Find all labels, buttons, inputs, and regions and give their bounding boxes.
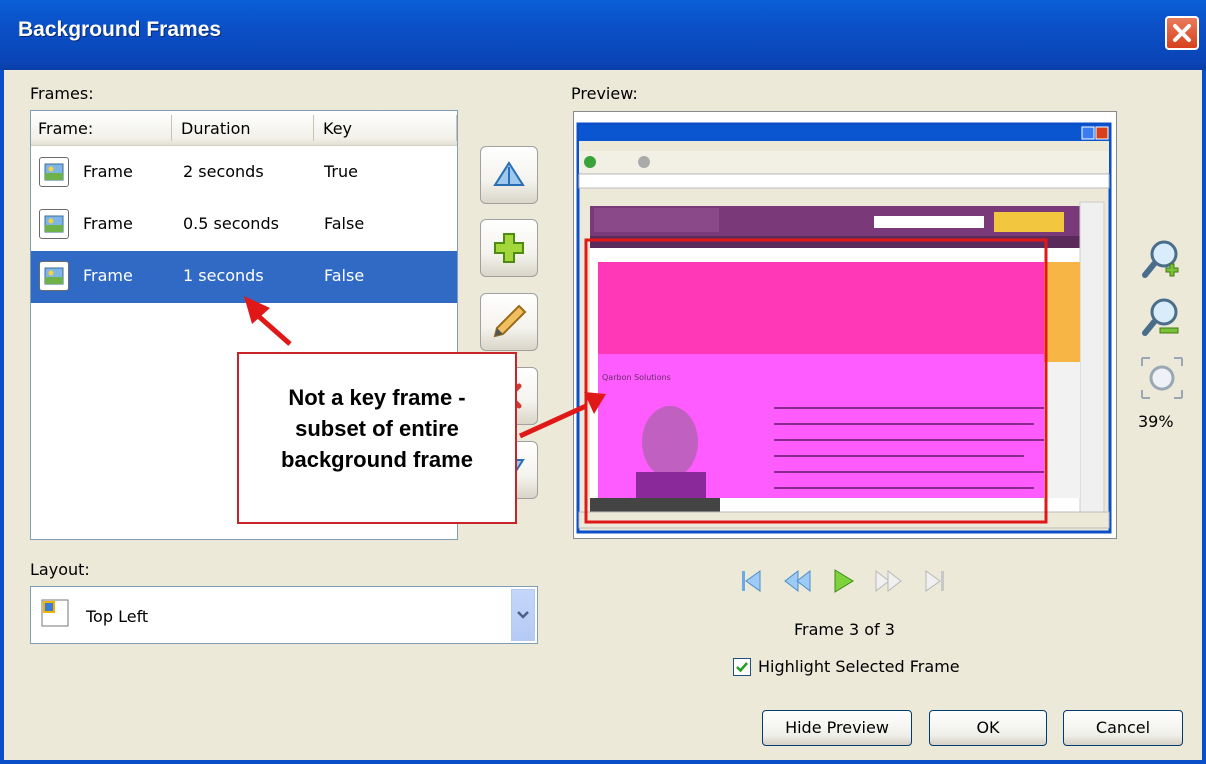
- frames-label: Frames:: [30, 84, 94, 103]
- edit-icon: [493, 304, 527, 338]
- frame-name: Frame: [83, 266, 133, 285]
- callout-box: Not a key frame - subset of entire backg…: [237, 352, 517, 524]
- frame-key: False: [324, 214, 365, 233]
- zoom-in-icon: [1142, 240, 1179, 278]
- column-header-frame[interactable]: Frame:: [38, 119, 93, 138]
- highlight-selected-frame-label[interactable]: Highlight Selected Frame: [758, 657, 960, 676]
- frame-duration: 0.5 seconds: [183, 214, 279, 233]
- frame-thumbnail-icon: [39, 209, 69, 239]
- window-border-right: [1202, 70, 1206, 764]
- callout-line: Not a key frame -: [288, 385, 466, 410]
- column-separator[interactable]: [171, 115, 172, 141]
- frame-name: Frame: [83, 162, 133, 181]
- svg-text:Qarbon Solutions: Qarbon Solutions: [602, 373, 671, 382]
- chevron-down-icon: [517, 611, 529, 619]
- add-frame-button[interactable]: [480, 219, 538, 277]
- frame-key: False: [324, 266, 365, 285]
- dropdown-button[interactable]: [511, 589, 535, 641]
- frames-list-header: Frame: Duration Key: [31, 111, 457, 146]
- checkmark-icon: [736, 662, 748, 673]
- previous-frame-icon[interactable]: [782, 566, 812, 596]
- window-title: Background Frames: [18, 18, 222, 41]
- play-icon[interactable]: [828, 566, 858, 596]
- window-border-left: [0, 70, 4, 764]
- frame-thumbnail-icon: [39, 261, 69, 291]
- next-frame-icon[interactable]: [874, 566, 904, 596]
- frame-key: True: [324, 162, 358, 181]
- table-row-selected[interactable]: Frame 1 seconds False: [31, 251, 457, 303]
- frame-name: Frame: [83, 214, 133, 233]
- window-border-bottom: [0, 760, 1206, 764]
- zoom-fit-button[interactable]: [1140, 356, 1184, 400]
- last-frame-icon[interactable]: [920, 566, 950, 596]
- title-bar: Background Frames: [0, 0, 1206, 70]
- close-icon: [1173, 24, 1191, 42]
- hide-preview-button[interactable]: Hide Preview: [762, 710, 912, 746]
- column-separator[interactable]: [313, 115, 314, 141]
- add-icon: [494, 233, 524, 263]
- table-row[interactable]: Frame 0.5 seconds False: [31, 199, 457, 251]
- layout-value: Top Left: [86, 607, 149, 626]
- frame-status: Frame 3 of 3: [794, 620, 895, 639]
- highlight-selected-frame-checkbox[interactable]: [733, 658, 751, 676]
- zoom-level: 39%: [1138, 412, 1174, 431]
- move-up-button[interactable]: [480, 146, 538, 204]
- cancel-button[interactable]: Cancel: [1063, 710, 1183, 746]
- layout-select[interactable]: Top Left: [30, 586, 538, 644]
- move-up-icon: [493, 161, 525, 186]
- table-row[interactable]: Frame 2 seconds True: [31, 147, 457, 199]
- top-left-layout-icon: [41, 599, 69, 627]
- ok-button[interactable]: OK: [929, 710, 1047, 746]
- frame-thumbnail-icon: [39, 157, 69, 187]
- zoom-in-button[interactable]: [1140, 236, 1184, 280]
- preview-screenshot-image: Qarbon Solutions: [576, 122, 1112, 534]
- column-separator[interactable]: [456, 115, 457, 141]
- close-button[interactable]: [1165, 16, 1199, 50]
- zoom-out-button[interactable]: [1140, 296, 1184, 340]
- preview-label: Preview:: [571, 84, 638, 103]
- edit-frame-button[interactable]: [480, 293, 538, 351]
- first-frame-icon[interactable]: [736, 566, 766, 596]
- callout-line: subset of entire: [295, 416, 459, 441]
- frame-duration: 1 seconds: [183, 266, 264, 285]
- column-header-key[interactable]: Key: [323, 119, 352, 138]
- zoom-out-icon: [1142, 298, 1179, 336]
- column-header-duration[interactable]: Duration: [181, 119, 251, 138]
- zoom-fit-icon: [1141, 357, 1183, 399]
- preview-pane: Qarbon Solutions: [573, 111, 1117, 539]
- frame-duration: 2 seconds: [183, 162, 264, 181]
- callout-line: background frame: [281, 447, 473, 472]
- layout-label: Layout:: [30, 560, 90, 579]
